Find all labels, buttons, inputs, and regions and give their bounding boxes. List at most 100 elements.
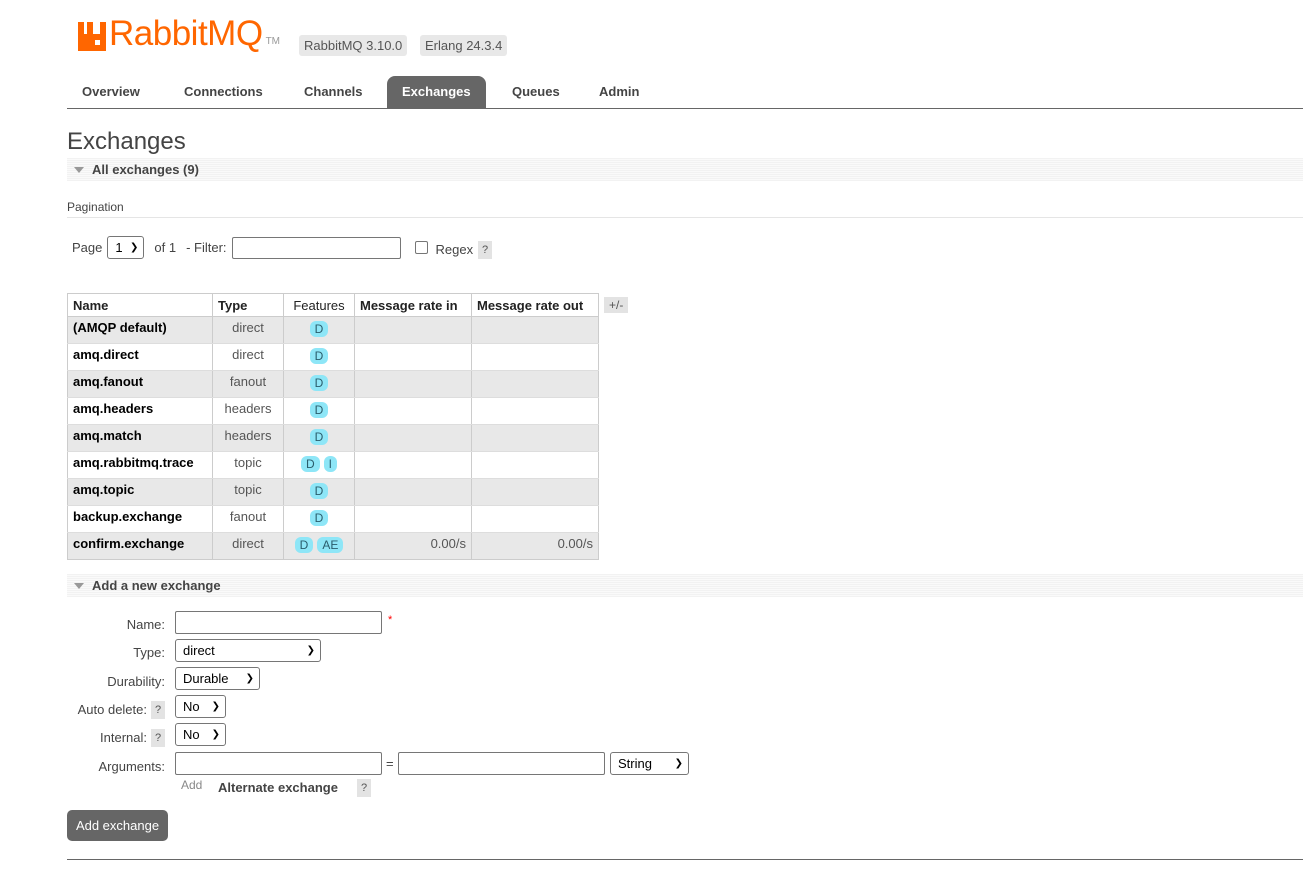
all-exchanges-section-header[interactable]: All exchanges (9): [67, 158, 1303, 181]
rate-out: [471, 451, 599, 479]
rate-in: 0.00/s: [354, 532, 472, 560]
internal-help-button[interactable]: ?: [151, 729, 165, 747]
tab-exchanges[interactable]: Exchanges: [387, 76, 486, 108]
argument-value-input[interactable]: [398, 752, 605, 775]
chevron-down-icon: ❯: [306, 645, 315, 656]
argument-key-input[interactable]: [175, 752, 382, 775]
col-rate-in[interactable]: Message rate in: [354, 293, 472, 317]
durability-select[interactable]: Durable ❯: [175, 667, 260, 690]
exchange-name-link[interactable]: confirm.exchange: [67, 532, 213, 560]
page-of-label: of 1: [154, 240, 177, 255]
required-mark: *: [388, 614, 393, 626]
rabbitmq-logo[interactable]: RabbitMQ TM: [78, 14, 281, 53]
auto-delete-select[interactable]: No ❯: [175, 695, 226, 718]
rate-in: [354, 343, 472, 371]
table-row[interactable]: amq.headers headers D: [67, 397, 599, 425]
triangle-down-icon: [74, 167, 84, 173]
add-exchange-button[interactable]: Add exchange: [67, 810, 168, 841]
exchange-name-link[interactable]: amq.fanout: [67, 370, 213, 398]
exchange-name-link[interactable]: amq.match: [67, 424, 213, 452]
rabbit-logo-icon: [78, 22, 106, 51]
page-select-value: 1: [115, 240, 123, 255]
alternate-exchange-link[interactable]: Alternate exchange: [218, 780, 338, 795]
table-row[interactable]: (AMQP default) direct D: [67, 316, 599, 344]
rate-out: [471, 505, 599, 533]
argument-type-select[interactable]: String ❯: [610, 752, 689, 775]
col-type[interactable]: Type: [212, 293, 284, 317]
table-row[interactable]: confirm.exchange direct D AE 0.00/s 0.00/…: [67, 532, 599, 560]
page-title: Exchanges: [67, 128, 186, 155]
add-argument-link[interactable]: Add: [181, 778, 202, 792]
rate-out: [471, 316, 599, 344]
logo-trademark: TM: [265, 36, 281, 47]
col-features[interactable]: Features: [283, 293, 355, 317]
exchange-type: fanout: [212, 505, 284, 533]
exchange-type: direct: [212, 316, 284, 344]
table-row[interactable]: amq.match headers D: [67, 424, 599, 452]
type-select[interactable]: direct ❯: [175, 639, 321, 662]
regex-help-button[interactable]: ?: [478, 240, 493, 259]
feature-badge: D: [309, 429, 329, 445]
rate-in: [354, 505, 472, 533]
tab-connections[interactable]: Connections: [169, 76, 278, 108]
exchange-name-link[interactable]: amq.direct: [67, 343, 213, 371]
auto-delete-help-button[interactable]: ?: [151, 701, 165, 719]
rate-in: [354, 397, 472, 425]
exchange-type: direct: [212, 532, 284, 560]
add-exchange-section-header[interactable]: Add a new exchange: [67, 574, 1303, 597]
feature-badge: D: [309, 321, 329, 337]
exchange-features: DI: [283, 451, 355, 479]
internal-label: Internal:: [100, 730, 147, 745]
footer-divider: [67, 859, 1303, 860]
internal-select[interactable]: No ❯: [175, 723, 226, 746]
triangle-down-icon: [74, 583, 84, 589]
feature-badge: I: [323, 456, 337, 472]
table-row[interactable]: amq.direct direct D: [67, 343, 599, 371]
feature-badge: AE: [317, 537, 344, 553]
col-name[interactable]: Name: [67, 293, 213, 317]
tab-admin[interactable]: Admin: [584, 76, 654, 108]
exchange-name-link[interactable]: amq.headers: [67, 397, 213, 425]
table-row[interactable]: amq.fanout fanout D: [67, 370, 599, 398]
table-row[interactable]: backup.exchange fanout D: [67, 505, 599, 533]
tab-queues[interactable]: Queues: [497, 76, 575, 108]
exchange-type: headers: [212, 397, 284, 425]
column-toggle-button[interactable]: +/-: [604, 297, 629, 313]
filter-input[interactable]: [231, 236, 401, 259]
tab-overview[interactable]: Overview: [67, 76, 155, 108]
exchange-name-link[interactable]: backup.exchange: [67, 505, 213, 533]
exchange-features: D: [283, 424, 355, 452]
pagination-controls: Page 1 ❯ of 1 - Filter: Regex ?: [72, 236, 493, 259]
exchange-name-link[interactable]: (AMQP default): [67, 316, 213, 344]
logo-text: RabbitMQ: [109, 14, 263, 53]
rate-in: [354, 316, 472, 344]
pagination-heading: Pagination: [67, 200, 1303, 218]
exchange-features: D: [283, 370, 355, 398]
feature-badge: D: [309, 483, 329, 499]
exchange-type: headers: [212, 424, 284, 452]
durability-label: Durability:: [107, 674, 165, 689]
exchange-features: D: [283, 505, 355, 533]
exchange-name-link[interactable]: amq.rabbitmq.trace: [67, 451, 213, 479]
add-exchange-title: Add a new exchange: [92, 578, 221, 593]
exchange-type: topic: [212, 478, 284, 506]
table-row[interactable]: amq.rabbitmq.trace topic DI: [67, 451, 599, 479]
regex-checkbox[interactable]: [414, 241, 428, 254]
chevron-down-icon: ❯: [129, 242, 139, 253]
alternate-exchange-help-button[interactable]: ?: [357, 779, 371, 797]
feature-badge: D: [309, 348, 329, 364]
exchange-features: D: [283, 343, 355, 371]
page-select[interactable]: 1 ❯: [107, 236, 145, 259]
exchange-features: D: [283, 478, 355, 506]
exchange-features: D: [283, 397, 355, 425]
durability-select-value: Durable: [183, 671, 229, 686]
type-select-value: direct: [183, 643, 215, 658]
rabbitmq-version-badge: RabbitMQ 3.10.0: [299, 35, 408, 56]
tab-channels[interactable]: Channels: [289, 76, 378, 108]
rate-out: [471, 397, 599, 425]
table-row[interactable]: amq.topic topic D: [67, 478, 599, 506]
exchange-name-link[interactable]: amq.topic: [67, 478, 213, 506]
main-nav: Overview Connections Channels Exchanges …: [67, 76, 1303, 109]
exchange-name-input[interactable]: [175, 611, 382, 634]
col-rate-out[interactable]: Message rate out: [471, 293, 599, 317]
